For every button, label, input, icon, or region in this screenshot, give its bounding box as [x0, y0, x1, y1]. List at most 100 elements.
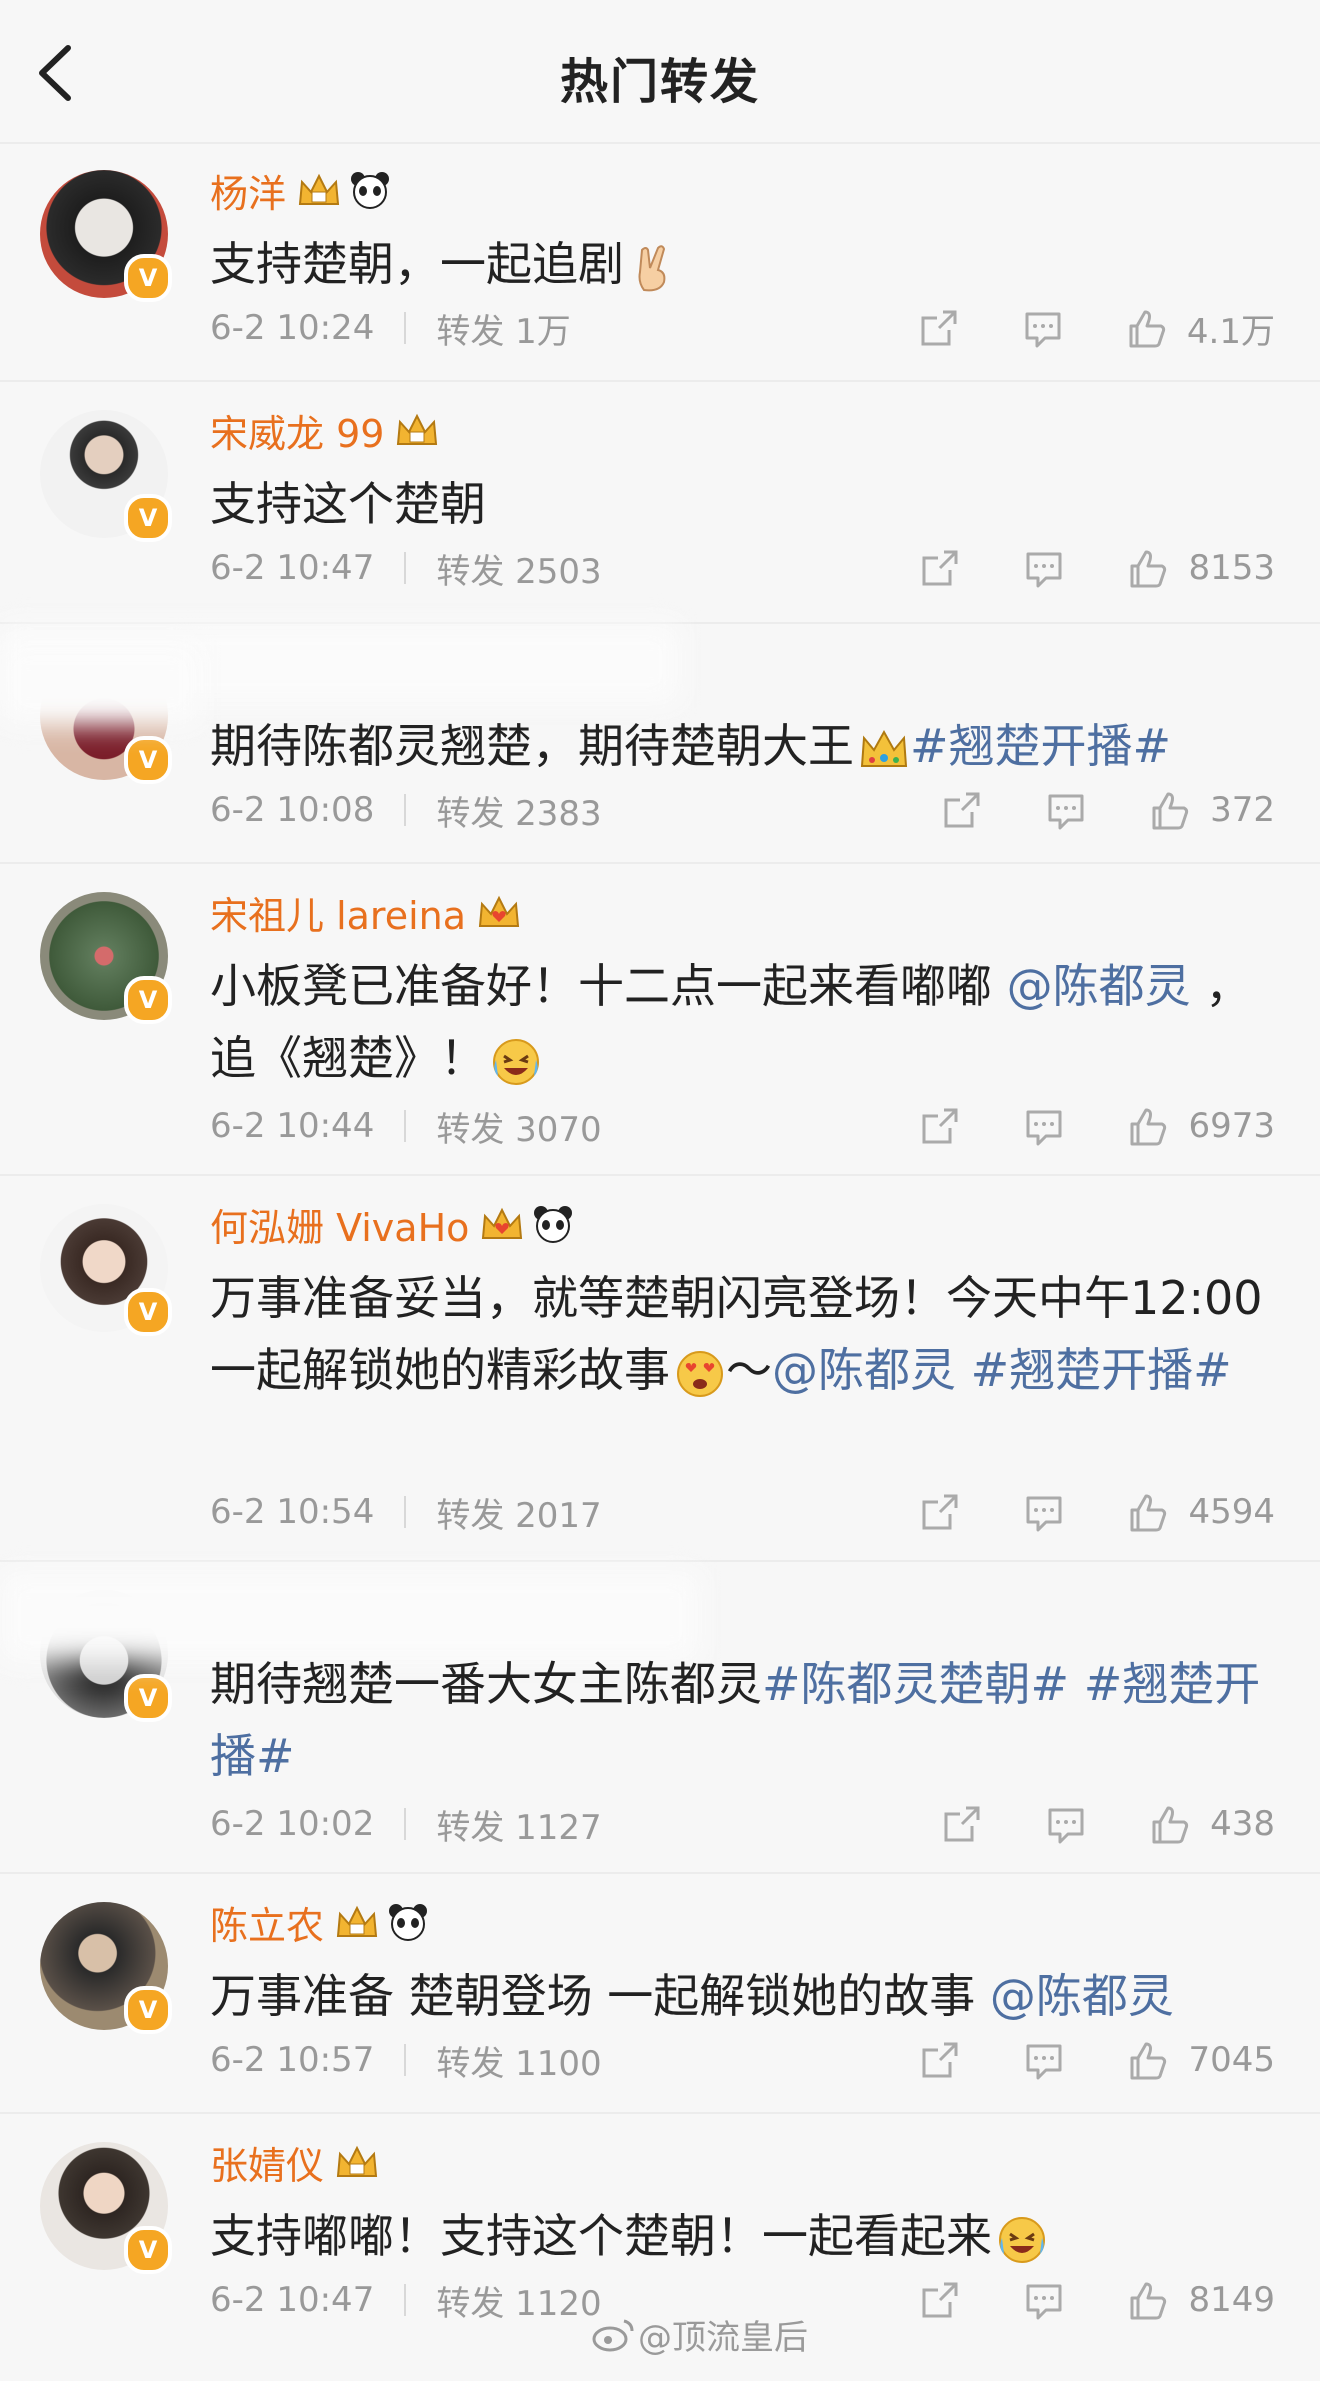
avatar[interactable]: V — [40, 2142, 172, 2274]
share-icon[interactable] — [940, 788, 984, 832]
post-time: 6-2 10:57 — [210, 2040, 375, 2080]
divider — [404, 1110, 407, 1142]
post-content: 支持嘟嘟！支持这个楚朝！一起看起来 — [210, 2200, 1270, 2272]
repost-count: 转发 2383 — [436, 793, 602, 834]
like-count: 4594 — [1188, 1492, 1275, 1532]
content-space — [956, 1343, 971, 1397]
list-item[interactable]: V 期待陈都灵翘楚，期待楚朝大王 #翘楚开播# 6-2 10:08 转发 2383 … — [0, 624, 1320, 864]
username[interactable]: 杨洋 — [210, 163, 286, 218]
hashtag-link[interactable]: #陈都灵楚朝# — [762, 1657, 1069, 1711]
avatar[interactable]: V — [40, 170, 172, 302]
share-icon[interactable] — [917, 306, 961, 350]
comment-icon[interactable] — [1022, 2038, 1066, 2082]
avatar[interactable]: V — [40, 892, 172, 1024]
post-time: 6-2 10:47 — [210, 2280, 375, 2320]
like-count: 8149 — [1188, 2280, 1275, 2320]
laughing-face-emoji-icon — [999, 2216, 1045, 2263]
share-icon[interactable] — [918, 1104, 962, 1148]
mention-link[interactable]: @陈都灵 — [990, 1969, 1174, 2023]
divider — [404, 2284, 407, 2316]
like-count: 7045 — [1188, 2040, 1275, 2080]
comment-icon[interactable] — [1044, 1802, 1088, 1846]
repost-count: 转发 1127 — [436, 1807, 602, 1848]
list-item[interactable]: V 杨洋 支持楚朝，一起追剧 6-2 10:24 转发 1万 4.1万 — [0, 142, 1320, 382]
username[interactable]: 宋祖儿 lareina — [210, 885, 466, 940]
comment-icon[interactable] — [1022, 546, 1066, 590]
comment-icon[interactable] — [1021, 306, 1065, 350]
divider — [404, 2044, 407, 2076]
like-count: 4.1万 — [1186, 311, 1275, 352]
like-icon[interactable] — [1126, 2038, 1170, 2082]
avatar[interactable]: V — [40, 1902, 172, 2034]
list-item[interactable]: V 宋祖儿 lareina 小板凳已准备好！十二点一起来看嘟嘟 @陈都灵 ，追《… — [0, 864, 1320, 1176]
share-icon[interactable] — [918, 1490, 962, 1534]
comment-icon[interactable] — [1022, 1104, 1066, 1148]
post-content: 支持这个楚朝 — [210, 468, 1270, 540]
like-icon[interactable] — [1126, 546, 1170, 590]
mention-link[interactable]: @陈都灵 — [772, 1343, 956, 1397]
verified-badge-icon: V — [124, 1674, 172, 1722]
comment-icon[interactable] — [1044, 788, 1088, 832]
comment-icon[interactable] — [1022, 2278, 1066, 2322]
list-item[interactable]: V 宋威龙 99 支持这个楚朝 6-2 10:47 转发 2503 8153 — [0, 382, 1320, 624]
repost-list: V 杨洋 支持楚朝，一起追剧 6-2 10:24 转发 1万 4.1万 V 宋威龙… — [0, 142, 1320, 2354]
repost-count: 转发 1万 — [436, 311, 571, 352]
list-item[interactable]: V 陈立农 万事准备 楚朝登场 一起解锁她的故事 @陈都灵 6-2 10:57 转… — [0, 1874, 1320, 2114]
divider — [404, 1496, 407, 1528]
repost-count: 转发 2017 — [436, 1495, 602, 1536]
mention-link[interactable]: @陈都灵 — [1007, 959, 1191, 1013]
share-icon[interactable] — [940, 1802, 984, 1846]
avatar[interactable]: V — [40, 1204, 172, 1336]
like-icon[interactable] — [1148, 1802, 1192, 1846]
like-count: 438 — [1210, 1804, 1275, 1844]
verified-badge-icon: V — [124, 254, 172, 302]
post-content: 期待陈都灵翘楚，期待楚朝大王 #翘楚开播# — [210, 710, 1270, 782]
username[interactable]: 张婧仪 — [210, 2135, 324, 2190]
like-icon[interactable] — [1126, 1490, 1170, 1534]
obscured-area — [0, 644, 200, 724]
crown-badge-icon — [336, 1905, 378, 1937]
like-icon[interactable] — [1125, 306, 1169, 350]
crown-badge-icon — [397, 413, 438, 445]
post-content: 小板凳已准备好！十二点一起来看嘟嘟 @陈都灵 ，追《翘楚》！ — [210, 950, 1270, 1094]
divider — [404, 552, 407, 584]
list-item[interactable]: V 期待翘楚一番大女主陈都灵#陈都灵楚朝# #翘楚开播# 6-2 10:02 转发… — [0, 1562, 1320, 1874]
content-text: 期待翘楚一番大女主陈都灵 — [210, 1657, 762, 1711]
like-icon[interactable] — [1126, 1104, 1170, 1148]
crown-badge-icon — [298, 173, 340, 205]
repost-count: 转发 2503 — [436, 551, 602, 592]
crown-badge-icon — [336, 2145, 378, 2177]
hashtag-link[interactable]: #翘楚开播# — [971, 1343, 1232, 1397]
comment-icon[interactable] — [1022, 1490, 1066, 1534]
verified-badge-icon: V — [124, 976, 172, 1024]
content-text: 支持嘟嘟！支持这个楚朝！一起看起来 — [210, 2209, 992, 2263]
post-content: 支持楚朝，一起追剧 — [210, 228, 1270, 300]
top-bar: 热门转发 — [0, 0, 1320, 144]
share-icon[interactable] — [918, 546, 962, 590]
post-time: 6-2 10:02 — [210, 1804, 375, 1844]
repost-count: 转发 1120 — [436, 2283, 602, 2324]
content-text: 万事准备 楚朝登场 一起解锁她的故事 — [210, 1969, 990, 2023]
share-icon[interactable] — [918, 2038, 962, 2082]
verified-badge-icon: V — [124, 736, 172, 784]
avatar[interactable]: V — [40, 410, 172, 542]
weibo-logo-icon — [592, 2319, 634, 2351]
divider — [404, 794, 407, 826]
like-icon[interactable] — [1126, 2278, 1170, 2322]
watermark: @顶流皇后 — [590, 2310, 808, 2359]
share-icon[interactable] — [918, 2278, 962, 2322]
victory-hand-emoji-icon — [638, 244, 666, 291]
username[interactable]: 陈立农 — [210, 1895, 324, 1950]
list-item[interactable]: V 何泓姗 VivaHo 万事准备妥当，就等楚朝闪亮登场！今天中午12:00一起… — [0, 1176, 1320, 1562]
content-space — [1069, 1657, 1084, 1711]
post-time: 6-2 10:47 — [210, 548, 375, 588]
like-count: 372 — [1210, 790, 1275, 830]
post-content: 万事准备妥当，就等楚朝闪亮登场！今天中午12:00一起解锁她的精彩故事 ～@陈都灵… — [210, 1262, 1270, 1406]
like-icon[interactable] — [1148, 788, 1192, 832]
watermark-text: @顶流皇后 — [638, 2318, 808, 2358]
username[interactable]: 宋威龙 99 — [210, 403, 384, 458]
username[interactable]: 何泓姗 VivaHo — [210, 1197, 469, 1252]
hashtag-link[interactable]: #翘楚开播# — [910, 719, 1171, 773]
verified-badge-icon: V — [124, 1288, 172, 1336]
verified-badge-icon: V — [124, 494, 172, 542]
